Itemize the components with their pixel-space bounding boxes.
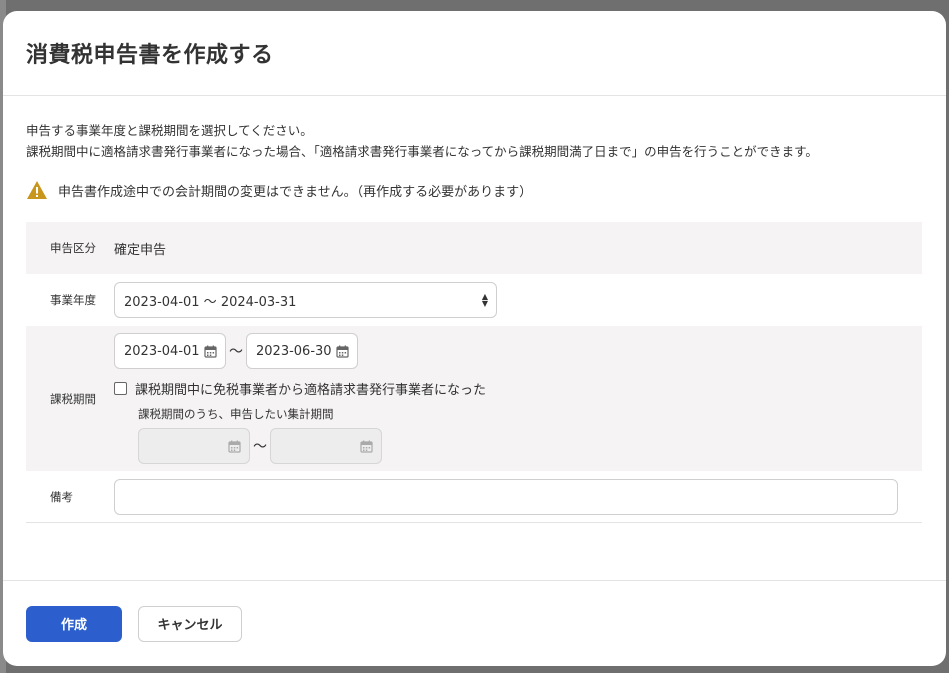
calendar-icon (228, 440, 241, 453)
notes-row: 備考 (26, 471, 922, 523)
filing-type-row: 申告区分 確定申告 (26, 222, 922, 274)
filing-type-label: 申告区分 (50, 241, 96, 255)
sub-date-range-separator: ～ (253, 439, 267, 455)
calendar-icon[interactable] (204, 345, 217, 358)
tax-period-block: 2023-04-01 ～ 2023-06-30 課税期間中に免税事業者から適格請… (114, 333, 486, 464)
invoice-issuer-check-line: 課税期間中に免税事業者から適格請求書発行事業者になった (114, 379, 486, 398)
calendar-icon (360, 440, 373, 453)
warning-triangle-icon (27, 181, 47, 199)
fiscal-year-select[interactable]: 2023-04-01 ～ 2024-03-31 ▲ ▼ (114, 282, 497, 318)
notes-input[interactable] (114, 478, 898, 515)
form-table: 申告区分 確定申告 事業年度 2023-04-01 ～ 2024-03-31 ▲… (26, 222, 922, 523)
notes-label: 備考 (50, 489, 73, 504)
description: 申告する事業年度と課税期間を選択してください。 課税期間中に適格請求書発行事業者… (26, 120, 923, 162)
tax-period-end-input[interactable]: 2023-06-30 (246, 333, 358, 369)
tax-period-label: 課税期間 (50, 391, 96, 406)
modal-body: 申告する事業年度と課税期間を選択してください。 課税期間中に適格請求書発行事業者… (3, 96, 946, 523)
invoice-issuer-checkbox[interactable] (114, 382, 127, 395)
fiscal-year-label: 事業年度 (50, 293, 96, 307)
fiscal-year-selected: 2023-04-01 ～ 2024-03-31 (124, 294, 297, 310)
tax-period-start-input[interactable]: 2023-04-01 (114, 333, 226, 369)
cancel-button[interactable]: キャンセル (138, 605, 242, 642)
date-range-separator: ～ (229, 344, 243, 360)
calendar-icon[interactable] (336, 345, 349, 358)
select-arrows-icon: ▲ ▼ (481, 292, 488, 308)
modal-title: 消費税申告書を作成する (26, 43, 274, 68)
invoice-issuer-checkbox-label[interactable]: 課税期間中に免税事業者から適格請求書発行事業者になった (135, 379, 486, 398)
description-line-1: 申告する事業年度と課税期間を選択してください。 (26, 123, 313, 138)
tax-period-dates: 2023-04-01 ～ 2023-06-30 (114, 333, 486, 369)
sub-period-dates: ～ (138, 428, 486, 464)
tax-period-end-value: 2023-06-30 (256, 343, 332, 359)
sub-period-end-input (270, 428, 382, 464)
tax-period-row: 課税期間 2023-04-01 ～ 2023-06-30 課税期間中に免税事業者… (26, 326, 922, 471)
modal-header: 消費税申告書を作成する (3, 11, 946, 96)
tax-period-start-value: 2023-04-01 (124, 343, 200, 359)
create-button[interactable]: 作成 (26, 605, 122, 642)
sub-period-label: 課税期間のうち、申告したい集計期間 (138, 407, 334, 421)
modal-footer: 作成 キャンセル (3, 580, 946, 666)
create-tax-return-modal: 消費税申告書を作成する 申告する事業年度と課税期間を選択してください。 課税期間… (3, 11, 946, 666)
sub-period-start-input (138, 428, 250, 464)
filing-type-value: 確定申告 (114, 242, 167, 258)
warning-message: 申告書作成途中での会計期間の変更はできません。（再作成する必要があります） (26, 180, 923, 200)
warning-text: 申告書作成途中での会計期間の変更はできません。（再作成する必要があります） (58, 184, 533, 200)
description-line-2: 課税期間中に適格請求書発行事業者になった場合、「適格請求書発行事業者になってから… (26, 144, 818, 159)
fiscal-year-row: 事業年度 2023-04-01 ～ 2024-03-31 ▲ ▼ (26, 274, 922, 326)
